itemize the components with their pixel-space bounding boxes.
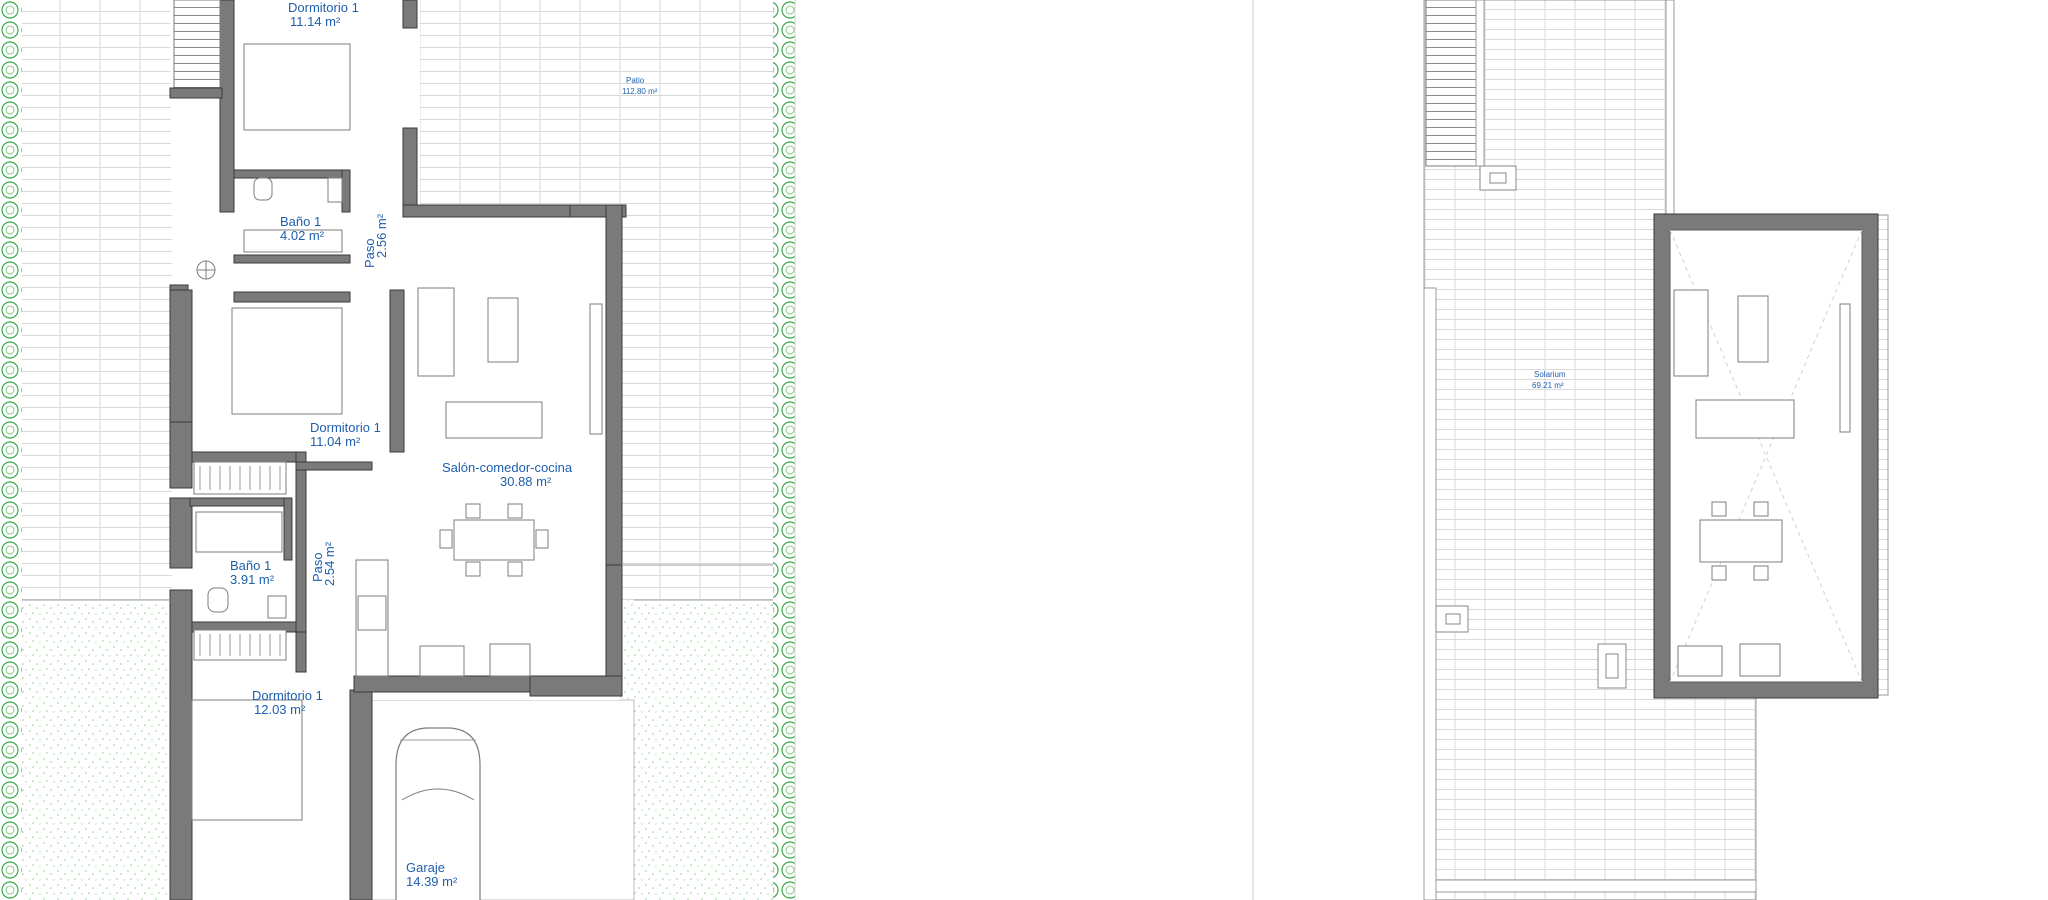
chair [465, 503, 481, 519]
room-name: Dormitorio 1 [310, 420, 381, 435]
room-name: Patio [626, 76, 645, 85]
kitchen-counter [1739, 643, 1781, 677]
tv-unit [589, 303, 603, 435]
room-name: Salón-comedor-cocina [442, 460, 573, 475]
vent [1445, 613, 1461, 625]
wall [219, 0, 235, 213]
room-name: Dormitorio 1 [252, 688, 323, 703]
room-area: 11.04 m² [310, 434, 361, 449]
bed [231, 307, 343, 415]
wall [169, 497, 193, 569]
coffee-table [1737, 295, 1769, 363]
wall [295, 451, 307, 633]
chair [1711, 501, 1727, 517]
roof-plan: Solarium 69.21 m² [1423, 0, 1889, 900]
sofa [417, 287, 455, 377]
chair [439, 529, 453, 549]
chair [535, 529, 549, 549]
wall [349, 689, 373, 900]
ground-floor-plan: Dormitorio 1 11.14 m² Baño 1 4.02 m² Pas… [0, 0, 795, 900]
room-name: Dormitorio 1 [288, 0, 359, 15]
chair [507, 561, 523, 577]
sink [327, 177, 343, 203]
floor-plan-sheet: Dormitorio 1 11.14 m² Baño 1 4.02 m² Pas… [0, 0, 1889, 900]
parapet [1435, 879, 1757, 893]
wall [402, 0, 418, 29]
wall [402, 127, 418, 217]
sofa [1695, 399, 1795, 439]
wall [233, 291, 351, 303]
parapet [1665, 0, 1675, 216]
kitchen-sink [419, 645, 465, 677]
shower [195, 511, 283, 553]
chair [1711, 565, 1727, 581]
kitchen-sink [1677, 645, 1723, 677]
bed [191, 699, 303, 821]
sofa [1673, 289, 1709, 377]
dining-table [1699, 519, 1783, 563]
room-area: 12.03 m² [254, 702, 306, 717]
room-name: Baño 1 [280, 214, 321, 229]
tv-unit [1839, 303, 1851, 433]
room-area: 3.91 m² [230, 572, 275, 587]
wall [191, 451, 297, 463]
sink [267, 595, 287, 619]
wall [283, 497, 293, 561]
room-area: 112.80 m² [622, 87, 658, 96]
wall [169, 289, 193, 423]
wall [189, 497, 291, 507]
staircase [173, 0, 221, 93]
wall [341, 169, 351, 213]
wall [233, 169, 351, 179]
dining-table [453, 519, 535, 561]
room-area: 2.54 m² [322, 541, 337, 586]
wall [295, 631, 307, 673]
hob [357, 595, 387, 631]
chair [1753, 565, 1769, 581]
bed [243, 43, 351, 131]
room-name: Solarium [1534, 370, 1566, 379]
chimney-flue [1605, 653, 1619, 679]
wall [169, 589, 193, 900]
toilet [253, 177, 273, 201]
room-area: 14.39 m² [406, 874, 458, 889]
chair [465, 561, 481, 577]
room-area: 11.14 m² [290, 14, 341, 29]
wall [169, 421, 193, 489]
wall [169, 87, 223, 99]
parapet [1423, 287, 1437, 900]
wall [353, 675, 551, 693]
left-hedge [0, 0, 22, 900]
chair [1753, 501, 1769, 517]
wall [605, 204, 623, 566]
toilet [207, 587, 229, 613]
kitchen-counter [489, 643, 531, 677]
room-area: 30.88 m² [500, 474, 552, 489]
coffee-table [487, 297, 519, 363]
room-area: 69.21 m² [1532, 381, 1564, 390]
room-name: Baño 1 [230, 558, 271, 573]
wall [389, 289, 405, 453]
vent [1489, 172, 1507, 184]
chair [507, 503, 523, 519]
wall [233, 254, 351, 264]
right-hedge [773, 0, 795, 900]
room-area: 4.02 m² [280, 228, 325, 243]
sofa [445, 401, 543, 439]
staircase [1425, 0, 1477, 167]
parapet [1475, 0, 1485, 167]
room-name: Garaje [406, 860, 445, 875]
wall [529, 675, 623, 697]
room-area: 2.56 m² [374, 213, 389, 258]
wall [295, 461, 373, 471]
